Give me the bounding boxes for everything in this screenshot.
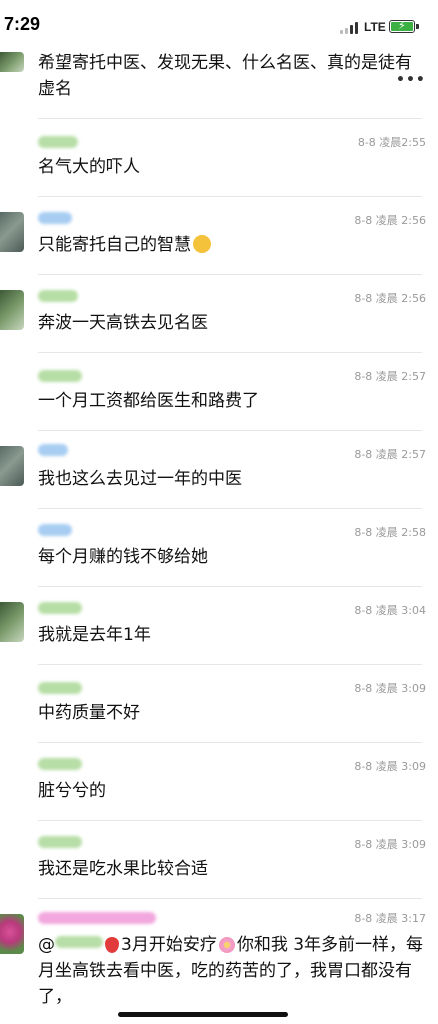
network-type: LTE [364,20,386,34]
message-item[interactable]: 希望寄托中医、发现无果、什么名医、真的是徒有虚名 [0,40,438,118]
message-timestamp: 8-8 凌晨 2:58 [354,526,426,539]
message-text: 只能寄托自己的智慧 [38,232,418,258]
avatar[interactable] [0,914,24,954]
blossom-icon [218,937,235,953]
message-item[interactable]: 8-8 凌晨 3:09 我还是吃水果比较合适 [0,820,438,898]
message-text: 我还是吃水果比较合适 [38,859,208,879]
sender-name-blurred [38,758,82,770]
sender-name-blurred [38,836,82,848]
avatar[interactable] [0,52,24,72]
message-item[interactable]: 8-8 凌晨 2:57 我也这么去见过一年的中医 [0,430,438,508]
message-text: 我也这么去见过一年的中医 [38,469,242,489]
message-item[interactable]: 8-8 凌晨 3:17 @3月开始安疗 你和我 3年多前一样，每月坐高铁去看中医，… [0,898,438,1024]
message-text-segment: 3月开始安疗 [121,935,217,955]
avatar[interactable] [0,602,24,642]
message-text: 一个月工资都给医生和路费了 [38,391,259,411]
message-timestamp: 8-8 凌晨2:55 [357,136,426,149]
message-item[interactable]: 8-8 凌晨 2:56 奔波一天高铁去见名医 [0,274,438,352]
message-text: 奔波一天高铁去见名医 [38,313,208,333]
message-timestamp: 8-8 凌晨 3:04 [354,604,426,617]
message-text: 脏兮兮的 [38,781,106,801]
message-item[interactable]: 8-8 凌晨 2:57 一个月工资都给医生和路费了 [0,352,438,430]
sender-name-blurred [38,912,156,924]
sender-name-blurred [38,370,82,382]
message-text: 名气大的吓人 [38,157,140,177]
message-item[interactable]: 8-8 凌晨2:55 名气大的吓人 [0,118,438,196]
mention-symbol: @ [38,935,55,955]
sender-name-blurred [38,524,72,536]
status-bar: 7:29 LTE ⚡ [0,0,438,40]
more-options-icon[interactable]: ••• [396,72,426,88]
sender-name-blurred [38,290,78,302]
message-item[interactable]: 8-8 凌晨 2:58 每个月赚的钱不够给她 [0,508,438,586]
message-item[interactable]: 8-8 凌晨 3:09 中药质量不好 [0,664,438,742]
thinking-face-icon [193,235,211,253]
message-item[interactable]: 8-8 凌晨 3:09 脏兮兮的 [0,742,438,820]
sender-name-blurred [38,444,68,456]
message-timestamp: 8-8 凌晨 2:57 [354,370,426,383]
mention-name-blurred[interactable] [55,936,103,948]
sender-name-blurred [38,682,82,694]
message-timestamp: 8-8 凌晨 2:56 [354,214,426,227]
message-text: 希望寄托中医、发现无果、什么名医、真的是徒有虚名 [38,53,412,99]
message-timestamp: 8-8 凌晨 2:56 [354,292,426,305]
sender-name-blurred [38,136,78,148]
message-text: 中药质量不好 [38,703,140,723]
message-text-content: 只能寄托自己的智慧 [38,235,191,255]
message-item[interactable]: 8-8 凌晨 3:04 我就是去年1年 [0,586,438,664]
strawberry-icon [105,937,119,953]
avatar[interactable] [0,290,24,330]
message-text: 我就是去年1年 [38,625,151,645]
message-text: @3月开始安疗 你和我 3年多前一样，每月坐高铁去看中医，吃的药苦的了，我胃口都没… [38,932,424,1010]
home-indicator[interactable] [118,1012,288,1017]
message-item[interactable]: 8-8 凌晨 2:56 只能寄托自己的智慧 [0,196,438,274]
message-text: 每个月赚的钱不够给她 [38,547,208,567]
avatar[interactable] [0,446,24,486]
signal-icon [340,22,362,34]
battery-icon: ⚡ [389,19,415,33]
message-timestamp: 8-8 凌晨 3:09 [354,760,426,773]
status-time: 7:29 [4,14,41,34]
avatar[interactable] [0,212,24,252]
sender-name-blurred [38,212,72,224]
message-timestamp: 8-8 凌晨 3:17 [354,912,426,925]
sender-name-blurred [38,602,82,614]
message-timestamp: 8-8 凌晨 3:09 [354,682,426,695]
message-timestamp: 8-8 凌晨 2:57 [354,448,426,461]
message-timestamp: 8-8 凌晨 3:09 [354,838,426,851]
